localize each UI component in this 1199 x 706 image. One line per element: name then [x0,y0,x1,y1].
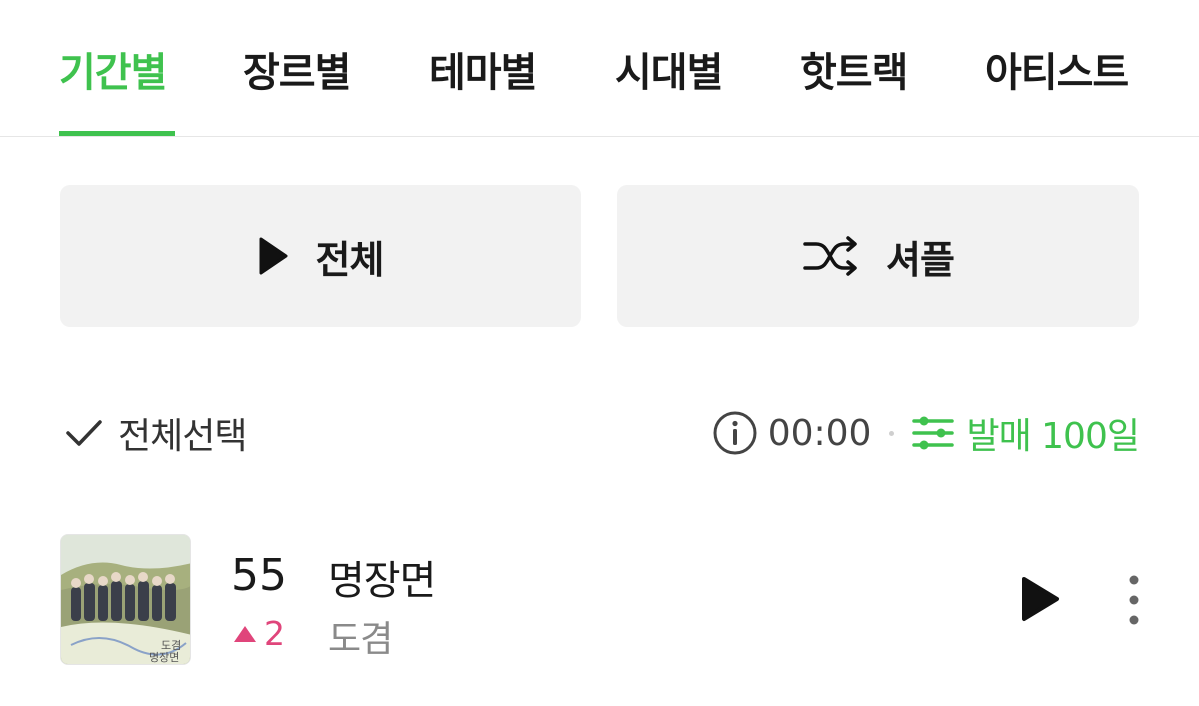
tab-hot-track[interactable]: 핫트랙 [800,40,908,98]
shuffle-button[interactable]: 셔플 [617,185,1139,327]
chart-page: 기간별 장르별 테마별 시대별 핫트랙 아티스트 전체 셔플 전체선택 00:0… [0,0,1199,706]
play-icon [1020,576,1060,622]
tab-theme[interactable]: 테마별 [429,40,537,98]
more-vertical-icon [1122,574,1146,626]
rank-up-icon [232,624,258,644]
separator-dot [889,430,895,436]
play-icon [258,237,288,275]
total-duration: 00:00 [767,412,872,454]
release-filter-button[interactable]: 발매 100일 [912,407,1140,459]
chart-rank: 55 [231,550,287,601]
more-options-button[interactable] [1122,574,1146,626]
shuffle-label: 셔플 [886,237,955,282]
play-all-button[interactable]: 전체 [60,185,581,327]
song-play-button[interactable] [1020,576,1060,626]
list-toolbar: 00:00 발매 100일 [712,407,1140,459]
tab-artist[interactable]: 아티스트 [985,40,1129,98]
song-list-item[interactable]: 도겸 명장면 55 2 명장면 도겸 [0,530,1199,670]
rank-change-value: 2 [264,614,285,653]
album-art[interactable]: 도겸 명장면 [60,534,191,665]
play-all-label: 전체 [315,237,385,282]
sliders-icon [912,414,955,452]
release-filter-label: 발매 100일 [966,416,1140,457]
select-all-button[interactable]: 전체선택 [64,410,247,457]
tab-era[interactable]: 시대별 [615,40,723,98]
select-all-label: 전체선택 [118,416,247,457]
shuffle-icon [802,236,860,276]
category-tab-bar: 기간별 장르별 테마별 시대별 핫트랙 아티스트 [0,0,1199,137]
check-icon [64,418,104,448]
song-title[interactable]: 명장면 [328,548,436,606]
rank-change: 2 [232,614,285,653]
tab-genre[interactable]: 장르별 [243,40,351,98]
info-icon[interactable] [712,410,758,456]
tab-period[interactable]: 기간별 [59,40,167,98]
song-artist[interactable]: 도겸 [328,610,393,662]
svg-text:명장면: 명장면 [149,651,179,664]
active-tab-indicator [59,131,175,136]
